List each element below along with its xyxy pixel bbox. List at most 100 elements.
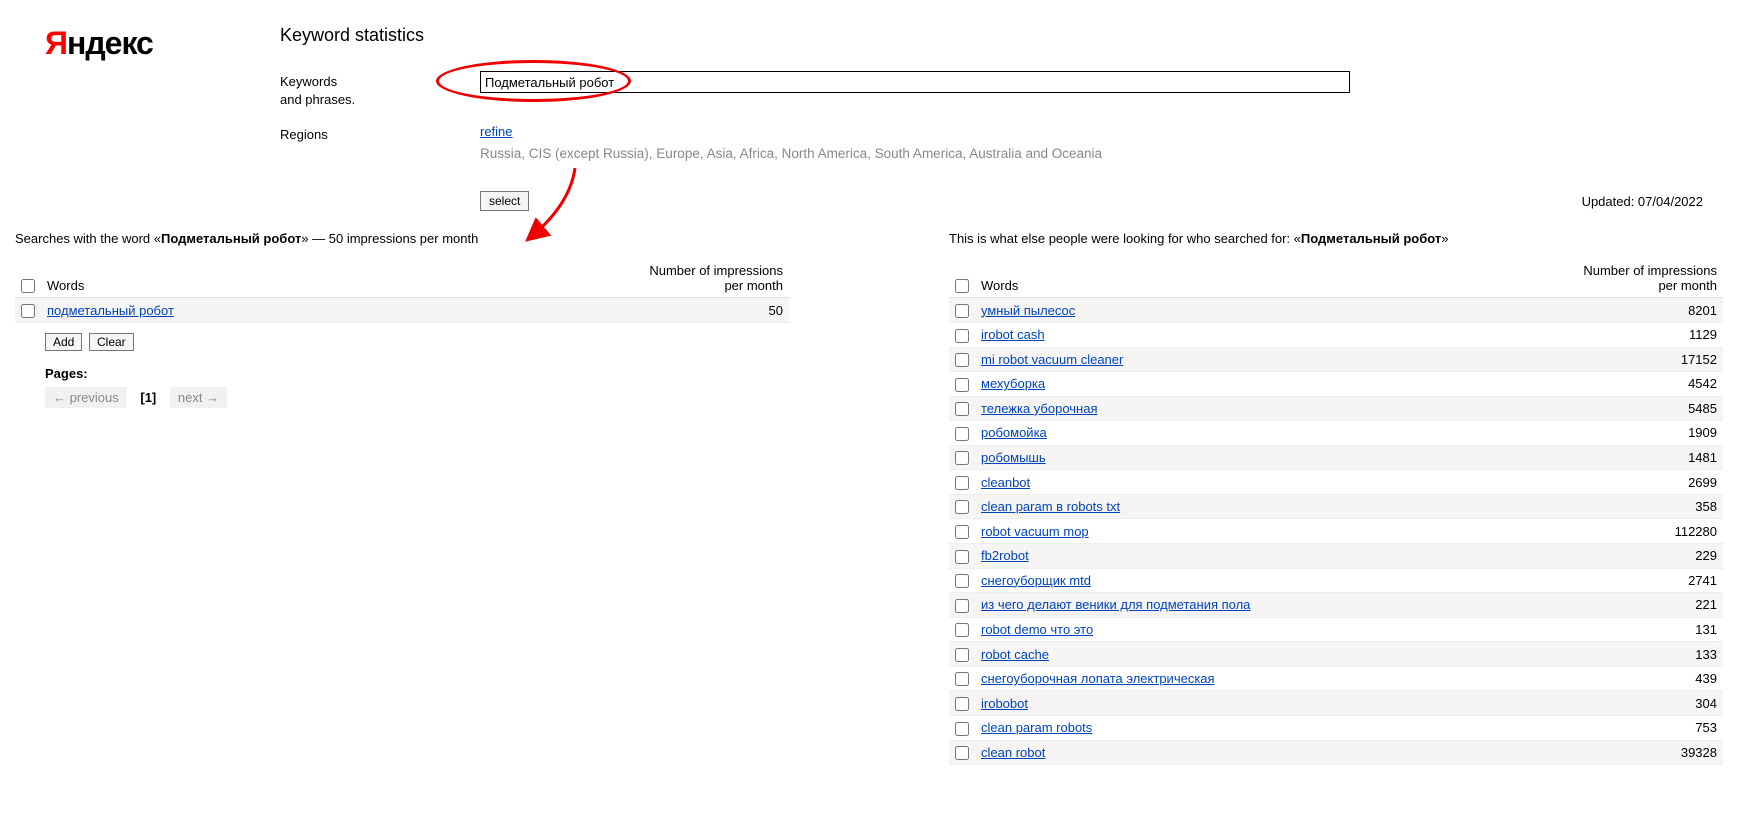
left-heading: Searches with the word «Подметальный роб…	[15, 231, 789, 246]
impressions-value: 39328	[1468, 740, 1723, 765]
impressions-value: 1481	[1468, 445, 1723, 470]
impressions-value: 17152	[1468, 347, 1723, 372]
left-select-all-checkbox[interactable]	[21, 279, 35, 293]
left-col-words: Words	[41, 258, 406, 298]
row-checkbox[interactable]	[955, 304, 969, 318]
row-checkbox[interactable]	[955, 329, 969, 343]
select-button[interactable]: select	[480, 191, 529, 211]
row-checkbox[interactable]	[955, 574, 969, 588]
keyword-link[interactable]: irobobot	[981, 696, 1028, 711]
logo[interactable]: Яндекс	[15, 20, 280, 62]
impressions-value: 131	[1468, 617, 1723, 642]
keyword-link[interactable]: fb2robot	[981, 548, 1029, 563]
keyword-link[interactable]: подметальный робот	[47, 303, 174, 318]
row-checkbox[interactable]	[955, 648, 969, 662]
row-checkbox[interactable]	[955, 599, 969, 613]
logo-letter-ya: Я	[45, 25, 67, 61]
table-row: из чего делают веники для подметания пол…	[949, 593, 1723, 618]
logo-letters: ндекс	[67, 25, 153, 61]
impressions-value: 753	[1468, 715, 1723, 740]
row-checkbox[interactable]	[21, 304, 35, 318]
right-table: Words Number of impressionsper month умн…	[949, 258, 1723, 765]
row-checkbox[interactable]	[955, 500, 969, 514]
table-row: irobot cash1129	[949, 322, 1723, 347]
keyword-link[interactable]: mi robot vacuum cleaner	[981, 352, 1123, 367]
keyword-link[interactable]: тележка уборочная	[981, 401, 1098, 416]
row-checkbox[interactable]	[955, 525, 969, 539]
row-checkbox[interactable]	[955, 697, 969, 711]
impressions-value: 112280	[1468, 519, 1723, 544]
table-row: clean param в robots txt 358	[949, 494, 1723, 519]
table-row: fb2robot 229	[949, 544, 1723, 569]
pages-label: Pages:	[45, 366, 789, 381]
keyword-link[interactable]: clean param robots	[981, 720, 1092, 735]
pagination-current: [1]	[134, 387, 162, 408]
impressions-value: 1909	[1468, 421, 1723, 446]
regions-list: Russia, CIS (except Russia), Europe, Asi…	[480, 146, 1723, 161]
impressions-value: 8201	[1468, 298, 1723, 323]
table-row: mi robot vacuum cleaner 17152	[949, 347, 1723, 372]
table-row: clean param robots 753	[949, 715, 1723, 740]
keyword-link[interactable]: robot vacuum mop	[981, 524, 1089, 539]
table-row: тележка уборочная 5485	[949, 396, 1723, 421]
keyword-link[interactable]: мехуборка	[981, 376, 1045, 391]
table-row: irobobot 304	[949, 691, 1723, 716]
table-row: clean robot 39328	[949, 740, 1723, 765]
row-checkbox[interactable]	[955, 476, 969, 490]
right-select-all-checkbox[interactable]	[955, 279, 969, 293]
table-row: мехуборка 4542	[949, 372, 1723, 397]
keyword-link[interactable]: робомойка	[981, 425, 1047, 440]
impressions-value: 221	[1468, 593, 1723, 618]
row-checkbox[interactable]	[955, 427, 969, 441]
left-col-impressions: Number of impressionsper month	[406, 258, 789, 298]
keyword-link[interactable]: cleanbot	[981, 475, 1030, 490]
table-row: снегоуборщик mtd 2741	[949, 568, 1723, 593]
table-row: robot vacuum mop 112280	[949, 519, 1723, 544]
table-row: robot cache133	[949, 642, 1723, 667]
keyword-link[interactable]: снегоуборщик mtd	[981, 573, 1091, 588]
impressions-value: 304	[1468, 691, 1723, 716]
row-checkbox[interactable]	[955, 623, 969, 637]
keyword-link[interactable]: robot demo что это	[981, 622, 1093, 637]
keyword-link[interactable]: снегоуборочная лопата электрическая	[981, 671, 1215, 686]
impressions-value: 358	[1468, 494, 1723, 519]
keyword-link[interactable]: умный пылесос	[981, 303, 1075, 318]
table-row: подметальный робот 50	[15, 298, 789, 323]
row-checkbox[interactable]	[955, 672, 969, 686]
refine-link[interactable]: refine	[480, 124, 513, 139]
row-checkbox[interactable]	[955, 353, 969, 367]
impressions-value: 2741	[1468, 568, 1723, 593]
impressions-value: 229	[1468, 544, 1723, 569]
keyword-link[interactable]: робомышь	[981, 450, 1046, 465]
impressions-value: 439	[1468, 666, 1723, 691]
keyword-link[interactable]: irobot cash	[981, 327, 1045, 342]
keyword-link[interactable]: robot cache	[981, 647, 1049, 662]
pagination-previous[interactable]: ← previous	[45, 387, 127, 408]
row-checkbox[interactable]	[955, 746, 969, 760]
row-checkbox[interactable]	[955, 451, 969, 465]
pagination-next[interactable]: next →	[170, 387, 227, 408]
row-checkbox[interactable]	[955, 378, 969, 392]
right-heading: This is what else people were looking fo…	[949, 231, 1723, 246]
impressions-value: 2699	[1468, 470, 1723, 495]
impressions-value: 4542	[1468, 372, 1723, 397]
row-checkbox[interactable]	[955, 550, 969, 564]
row-checkbox[interactable]	[955, 722, 969, 736]
table-row: robot demo что это 131	[949, 617, 1723, 642]
clear-button[interactable]: Clear	[89, 333, 134, 351]
impressions-value: 5485	[1468, 396, 1723, 421]
table-row: снегоуборочная лопата электрическая 439	[949, 666, 1723, 691]
left-table: Words Number of impressionsper month под…	[15, 258, 789, 323]
add-button[interactable]: Add	[45, 333, 82, 351]
right-col-impressions: Number of impressionsper month	[1468, 258, 1723, 298]
keyword-link[interactable]: из чего делают веники для подметания пол…	[981, 597, 1250, 612]
keyword-link[interactable]: clean param в robots txt	[981, 499, 1120, 514]
table-row: умный пылесос 8201	[949, 298, 1723, 323]
row-checkbox[interactable]	[955, 402, 969, 416]
updated-text: Updated: 07/04/2022	[1582, 194, 1703, 209]
keywords-label: Keywords and phrases.	[280, 71, 480, 109]
keyword-link[interactable]: clean robot	[981, 745, 1045, 760]
table-row: робомойка 1909	[949, 421, 1723, 446]
keyword-input[interactable]	[480, 71, 1350, 93]
impressions-value: 50	[406, 298, 789, 323]
